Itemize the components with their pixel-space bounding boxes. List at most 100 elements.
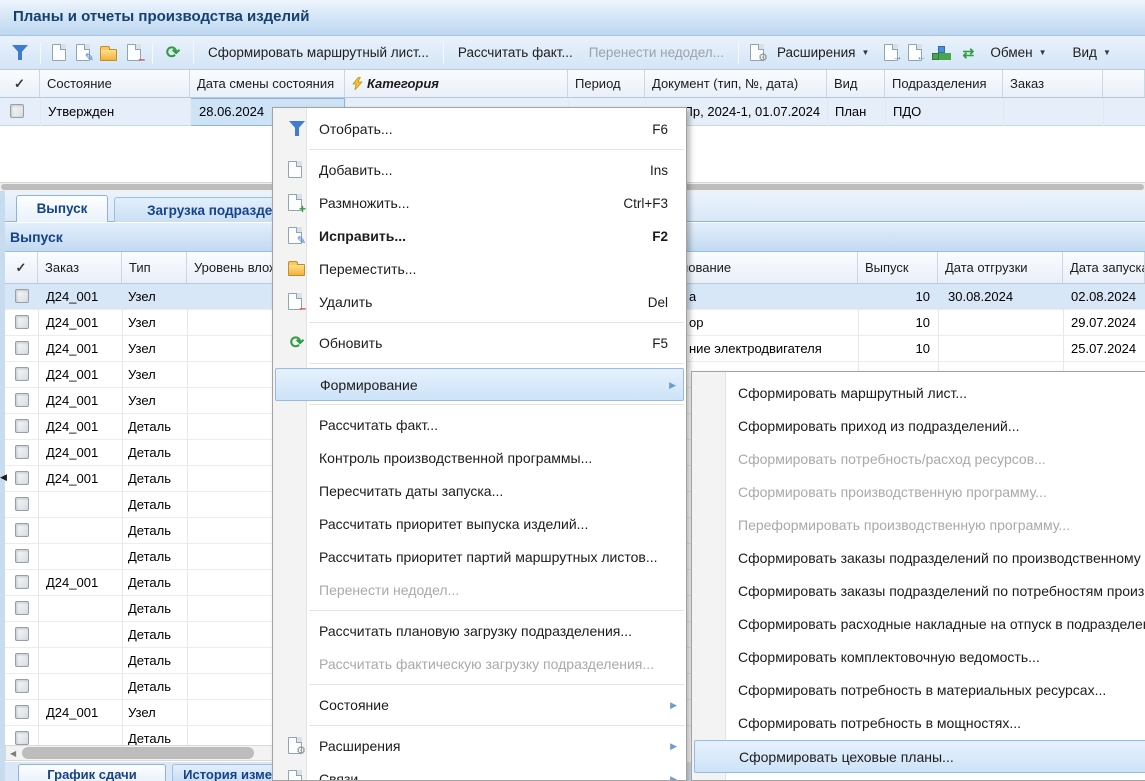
menu-item-добавить-[interactable]: Добавить...Ins (275, 154, 684, 187)
move-folder-icon[interactable] (100, 49, 117, 61)
menu-item-сформировать-маршрутный-лист-[interactable]: Сформировать маршрутный лист... (694, 377, 1145, 410)
column-header-Выпуск[interactable]: Выпуск (858, 252, 938, 283)
row-checkbox[interactable] (15, 419, 29, 433)
menu-item-сформировать-заказы-подразделений-по-пот[interactable]: Сформировать заказы подразделений по пот… (694, 575, 1145, 608)
format-route-sheet-button[interactable]: Сформировать маршрутный лист... (200, 45, 437, 60)
menu-item-сформировать-комплектовочную-ведомость-[interactable]: Сформировать комплектовочную ведомость..… (694, 641, 1145, 674)
tab-grafik-sdachi[interactable]: График сдачи (18, 764, 166, 781)
row-checkbox[interactable] (15, 549, 29, 563)
menu-item-сформировать-потребность-в-материальных-[interactable]: Сформировать потребность в материальных … (694, 674, 1145, 707)
menu-item-рассчитать-плановую-загрузку-подразделен[interactable]: Рассчитать плановую загрузку подразделен… (275, 615, 684, 648)
formirovanie-submenu: Сформировать маршрутный лист...Сформиров… (691, 371, 1145, 781)
row-checkbox[interactable] (15, 445, 29, 459)
menu-item-сформировать-заказы-подразделений-по-про[interactable]: Сформировать заказы подразделений по про… (694, 542, 1145, 575)
menu-item-сформировать-приход-из-подразделений-[interactable]: Сформировать приход из подразделений... (694, 410, 1145, 443)
filter-icon[interactable] (11, 44, 29, 61)
column-divider (827, 98, 828, 126)
exchange-dropdown[interactable]: Обмен (982, 45, 1034, 60)
column-header-Дата отгрузки[interactable]: Дата отгрузки (938, 252, 1063, 283)
row-checkbox[interactable] (15, 497, 29, 511)
splitter-collapse-icon[interactable]: ◀ (0, 472, 7, 483)
toolbar-separator (738, 42, 739, 64)
row-checkbox[interactable] (15, 523, 29, 537)
menu-item-сформировать-потребность-расход-ресурсов: Сформировать потребность/расход ресурсов… (694, 443, 1145, 476)
row-checkbox[interactable] (15, 315, 29, 329)
menu-separator (309, 404, 684, 405)
column-header-empty[interactable] (1103, 70, 1145, 97)
tab-vypusk[interactable]: Выпуск (16, 195, 108, 222)
menu-item-удалить[interactable]: УдалитьDel (275, 286, 684, 319)
menu-item-пересчитать-даты-запуска-[interactable]: Пересчитать даты запуска... (275, 475, 684, 508)
column-header-Дата запуска[interactable]: Дата запуска (1063, 252, 1145, 283)
column-header-Период[interactable]: Период (568, 70, 645, 97)
menu-item-отобрать-[interactable]: Отобрать...F6 (275, 113, 684, 146)
scrollbar-thumb[interactable] (22, 747, 254, 759)
menu-item-связи[interactable]: Связи▶ (275, 763, 684, 781)
extensions-dropdown[interactable]: Расширения (769, 45, 858, 60)
row-checkbox[interactable] (15, 731, 29, 745)
refresh-icon[interactable] (164, 44, 182, 62)
column-label: Заказ (45, 260, 79, 275)
column-header-Состояние[interactable]: Состояние (40, 70, 190, 97)
cell-order: Д24_001 (46, 471, 98, 486)
menu-item-переместить-[interactable]: Переместить... (275, 253, 684, 286)
menu-item-рассчитать-приоритет-партий-маршрутных-л[interactable]: Рассчитать приоритет партий маршрутных л… (275, 541, 684, 574)
menu-separator (309, 610, 684, 611)
cell-order: Д24_001 (46, 341, 98, 356)
column-header-Тип[interactable]: Тип (122, 252, 187, 283)
menu-item-сформировать-цеховые-планы-[interactable]: Сформировать цеховые планы... (694, 740, 1145, 773)
menu-item-размножить-[interactable]: Размножить...Ctrl+F3 (275, 187, 684, 220)
cell-name: ние электродвигателя (689, 341, 822, 356)
export-document-icon[interactable] (884, 44, 898, 61)
import-document-icon[interactable] (908, 44, 922, 61)
view-dropdown[interactable]: Вид (1065, 45, 1099, 60)
menu-item-label: Рассчитать приоритет партий маршрутных л… (319, 541, 657, 574)
column-header-select[interactable]: ✓ (0, 70, 40, 97)
column-header-Подразделения[interactable]: Подразделения (885, 70, 1003, 97)
row-checkbox[interactable] (15, 393, 29, 407)
org-structure-icon[interactable] (932, 45, 949, 61)
row-checkbox[interactable] (15, 367, 29, 381)
cell-type: Деталь (128, 653, 171, 668)
row-checkbox[interactable] (15, 575, 29, 589)
row-checkbox[interactable] (15, 627, 29, 641)
menu-item-сформировать-график-сдачи-[interactable]: Сформировать график сдачи... (694, 773, 1145, 781)
row-checkbox[interactable] (15, 341, 29, 355)
calc-fact-button[interactable]: Рассчитать факт... (450, 45, 581, 60)
column-header-select[interactable]: ✓ (5, 252, 38, 283)
column-header-Вид[interactable]: Вид (827, 70, 885, 97)
column-header-Документ (тип, №, дата)[interactable]: Документ (тип, №, дата) (645, 70, 827, 97)
cell-type: Узел (128, 289, 156, 304)
menu-item-исправить-[interactable]: Исправить...F2 (275, 220, 684, 253)
menu-item-расширения[interactable]: Расширения▶ (275, 730, 684, 763)
row-checkbox[interactable] (10, 104, 24, 118)
column-header-Категория[interactable]: Категория (345, 70, 568, 97)
row-checkbox[interactable] (15, 289, 29, 303)
row-checkbox[interactable] (15, 653, 29, 667)
column-header-Заказ[interactable]: Заказ (38, 252, 122, 283)
menu-item-обновить[interactable]: ОбновитьF5 (275, 327, 684, 360)
scroll-left-arrow-icon[interactable]: ◀ (10, 746, 16, 761)
row-checkbox[interactable] (15, 679, 29, 693)
menu-item-рассчитать-факт-[interactable]: Рассчитать факт... (275, 409, 684, 442)
menu-item-сформировать-расходные-накладные-на-отпу[interactable]: Сформировать расходные накладные на отпу… (694, 608, 1145, 641)
delete-document-icon[interactable] (127, 44, 141, 61)
edit-document-icon[interactable] (76, 44, 90, 61)
column-header-Дата смены состояния[interactable]: Дата смены состояния (190, 70, 345, 97)
extensions-gear-icon[interactable] (750, 44, 764, 61)
row-checkbox[interactable] (15, 601, 29, 615)
menu-item-рассчитать-приоритет-выпуска-изделий-[interactable]: Рассчитать приоритет выпуска изделий... (275, 508, 684, 541)
cell-order: Д24_001 (46, 705, 98, 720)
menu-item-label: Рассчитать фактическую загрузку подразде… (319, 648, 654, 681)
column-header-Заказ[interactable]: Заказ (1003, 70, 1103, 97)
row-checkbox[interactable] (15, 471, 29, 485)
add-document-icon[interactable] (52, 44, 66, 61)
menu-item-сформировать-потребность-в-мощностях-[interactable]: Сформировать потребность в мощностях... (694, 707, 1145, 740)
exchange-icon[interactable] (959, 44, 977, 62)
row-checkbox[interactable] (15, 705, 29, 719)
menu-item-формирование[interactable]: Формирование▶ (275, 368, 684, 401)
cell-name: ор (689, 315, 703, 330)
cell-order: Д24_001 (46, 315, 98, 330)
menu-item-состояние[interactable]: Состояние▶ (275, 689, 684, 722)
menu-item-контроль-производственной-программы-[interactable]: Контроль производственной программы... (275, 442, 684, 475)
